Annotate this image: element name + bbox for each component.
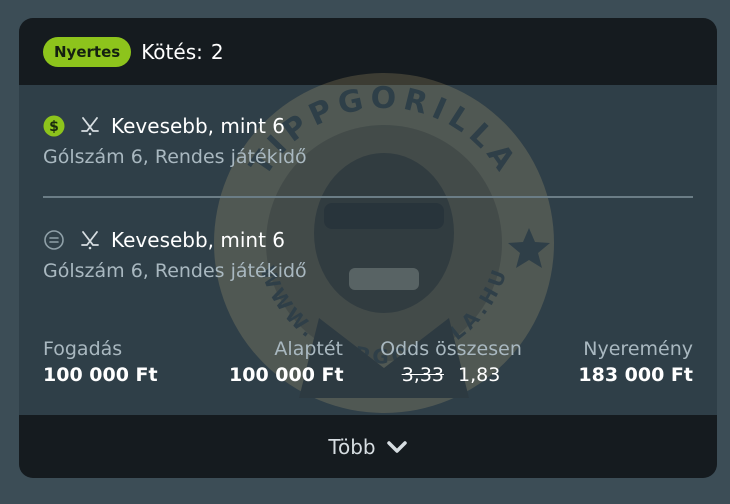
winnings-value: 183 000 Ft — [578, 364, 693, 386]
total-odds-label: Odds összesen — [380, 338, 522, 360]
dollar-coin-icon: $ — [43, 115, 65, 137]
more-button[interactable]: Több — [19, 415, 717, 478]
bet-count-label: Kötés: — [141, 39, 203, 64]
bet-summary: Fogadás 100 000 Ft Alaptét 100 000 Ft Od… — [43, 338, 693, 394]
selection-item: Kevesebb, mint 6 Gólszám 6, Rendes játék… — [43, 228, 693, 282]
stake-value: 100 000 Ft — [43, 364, 158, 386]
selection-name: Kevesebb, mint 6 — [111, 228, 286, 252]
stake-column: Fogadás 100 000 Ft — [43, 338, 158, 386]
chevron-down-icon — [386, 439, 408, 455]
base-stake-value: 100 000 Ft — [229, 364, 344, 386]
bet-count: Kötés: 2 — [141, 40, 223, 64]
hockey-sticks-icon — [79, 115, 101, 137]
more-label: Több — [328, 434, 376, 459]
stake-label: Fogadás — [43, 338, 123, 360]
settled-odds: 1,83 — [458, 364, 501, 386]
divider — [43, 196, 693, 198]
selection-market: Gólszám 6, Rendes játékidő — [43, 146, 307, 168]
winnings-label: Nyeremény — [583, 338, 693, 360]
total-odds-column: Odds összesen 3,33 1,83 — [371, 338, 531, 386]
pending-icon — [43, 229, 65, 251]
original-odds: 3,33 — [401, 364, 444, 386]
selection-market: Gólszám 6, Rendes játékidő — [43, 260, 307, 282]
selection-name: Kevesebb, mint 6 — [111, 114, 286, 138]
base-stake-label: Alaptét — [274, 338, 343, 360]
selection-item: $ Kevesebb, mint 6 Gólszám 6, Rendes ját… — [43, 114, 693, 168]
base-stake-column: Alaptét 100 000 Ft — [229, 338, 344, 386]
status-badge: Nyertes — [43, 36, 132, 67]
total-odds-value: 3,33 1,83 — [371, 364, 531, 386]
svg-text:$: $ — [49, 119, 59, 135]
bet-header: Nyertes Kötés: 2 — [19, 18, 717, 85]
bet-count-value: 2 — [210, 39, 224, 64]
bet-slip-card: Nyertes Kötés: 2 TIPPGORILLA WWW.TIPPGOR… — [19, 18, 717, 478]
winnings-column: Nyeremény 183 000 Ft — [578, 338, 693, 386]
hockey-sticks-icon — [79, 229, 101, 251]
